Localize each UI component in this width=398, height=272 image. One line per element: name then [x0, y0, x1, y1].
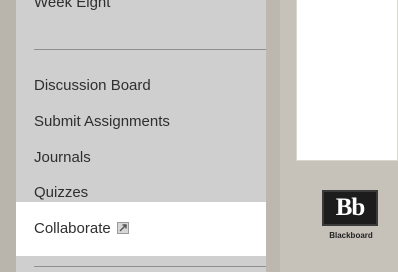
content-panel: [296, 0, 398, 161]
menu-divider: [34, 49, 268, 50]
menu-divider: [34, 266, 268, 267]
sidebar-item-quizzes[interactable]: Quizzes: [16, 182, 266, 204]
sidebar-item-discussion-board[interactable]: Discussion Board: [16, 75, 266, 97]
content-gutter: [266, 0, 280, 272]
blackboard-logo[interactable]: Bb Blackboard: [318, 190, 388, 250]
sidebar-item-submit-assignments[interactable]: Submit Assignments: [16, 111, 266, 133]
external-link-icon: [116, 203, 129, 234]
sidebar-item-label: Collaborate: [34, 220, 111, 237]
sidebar-item-week-eight[interactable]: Week Eight: [16, 0, 266, 14]
bb-logo-mark: Bb: [322, 190, 378, 226]
left-edge-strip: [0, 0, 16, 272]
logo-text: Blackboard: [329, 231, 373, 240]
sidebar-item-journals[interactable]: Journals: [16, 147, 266, 169]
sidebar-item-collaborate[interactable]: Collaborate: [16, 202, 266, 256]
course-menu: Week Eight Discussion Board Submit Assig…: [16, 0, 268, 272]
